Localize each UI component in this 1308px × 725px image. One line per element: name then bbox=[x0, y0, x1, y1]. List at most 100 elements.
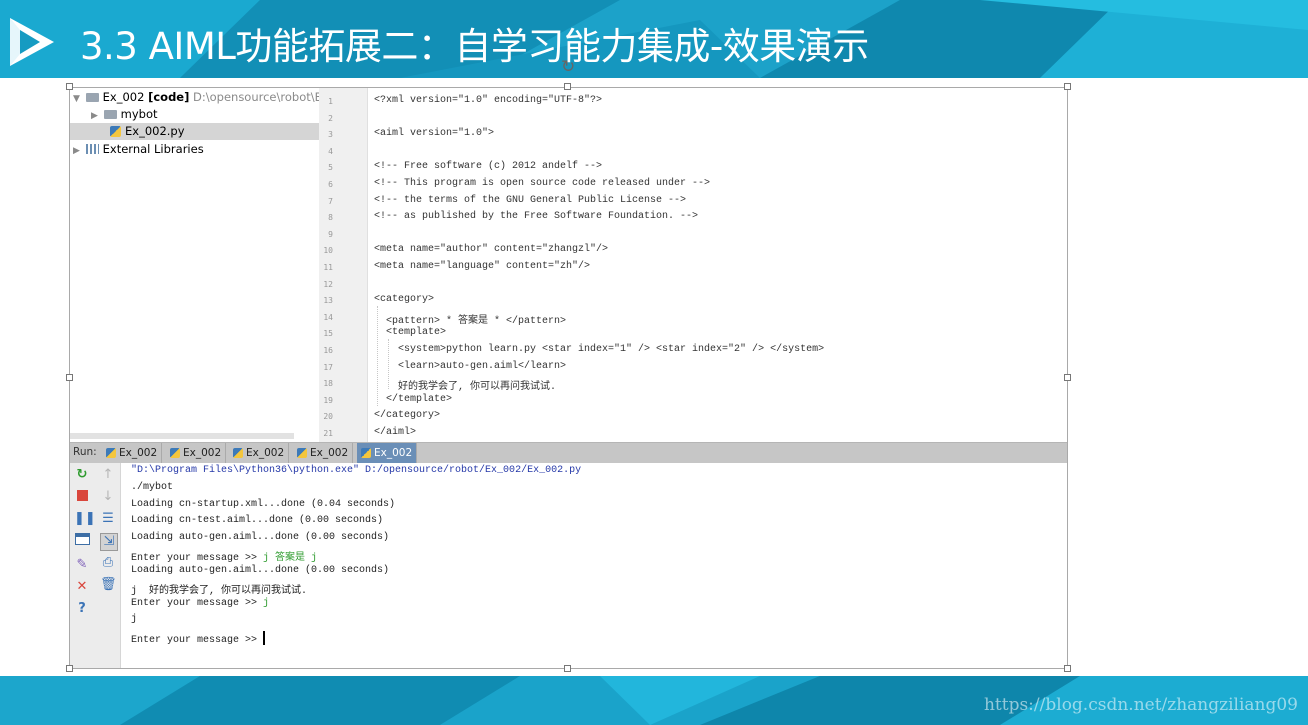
run-tab-label: Ex_002 bbox=[183, 447, 222, 459]
code-line: <aiml version="1.0"> bbox=[374, 128, 495, 139]
line-number: 2 bbox=[328, 114, 333, 123]
slide-header-band: 3.3 AIML功能拓展二：自学习能力集成-效果演示 bbox=[0, 0, 1308, 78]
code-line: <learn>auto-gen.aiml</learn> bbox=[374, 361, 567, 372]
resize-handle[interactable] bbox=[66, 83, 73, 90]
trash-icon[interactable]: 🗑 bbox=[100, 577, 117, 593]
console-line: Loading auto-gen.aiml...done (0.00 secon… bbox=[131, 532, 390, 543]
tree-item-label: Ex_002.py bbox=[125, 124, 185, 138]
slide-title: 3.3 AIML功能拓展二：自学习能力集成-效果演示 bbox=[80, 25, 869, 68]
tree-item-label: Ex_002 bbox=[102, 90, 145, 104]
console-command-line: "D:\Program Files\Python36\python.exe" D… bbox=[131, 465, 582, 476]
line-number: 7 bbox=[328, 197, 333, 206]
restore-layout-icon[interactable] bbox=[74, 533, 90, 549]
run-tab[interactable]: Ex_002 bbox=[229, 443, 290, 463]
python-run-icon bbox=[170, 448, 180, 458]
folder-icon bbox=[85, 93, 99, 102]
console-line: Loading cn-test.aiml...done (0.00 second… bbox=[131, 515, 384, 526]
console-user-input: j bbox=[263, 598, 270, 609]
code-line: 好的我学会了, 你可以再问我试试. bbox=[374, 382, 557, 393]
horizontal-scrollbar[interactable] bbox=[70, 433, 294, 439]
line-number-gutter: 1 2 3 4 5 6 7 8 9 10 11 12 13 14 15 16 17 18 19 20 21 bbox=[319, 88, 368, 442]
run-tab[interactable]: Ex_002 bbox=[166, 443, 227, 463]
scroll-up-icon[interactable]: ↑ bbox=[100, 467, 116, 483]
resize-handle[interactable] bbox=[564, 83, 571, 90]
console-line: j bbox=[131, 614, 138, 625]
tree-item-tag: [code] bbox=[148, 90, 190, 104]
code-line: </template> bbox=[374, 394, 453, 405]
resize-handle[interactable] bbox=[1064, 374, 1071, 381]
run-tab-bar: Run: Ex_002 Ex_002 Ex_002 Ex_002 Ex_002 bbox=[70, 442, 1067, 464]
line-number: 20 bbox=[323, 412, 333, 421]
line-number: 18 bbox=[323, 379, 333, 388]
resize-handle[interactable] bbox=[564, 665, 571, 672]
close-icon[interactable]: ✕ bbox=[74, 579, 90, 595]
run-toolbar-secondary: ↑ ↓ ☰ ⇲ ⎙ 🗑 bbox=[96, 463, 121, 668]
console-prompt: Enter your message >> bbox=[131, 553, 264, 564]
rerun-icon[interactable]: ↻ bbox=[74, 467, 90, 483]
pin-icon[interactable]: ✎ bbox=[74, 557, 90, 573]
console-input-line[interactable]: Enter your message >> bbox=[131, 631, 266, 646]
pause-icon[interactable]: ❚❚ bbox=[74, 511, 96, 527]
code-line: </category> bbox=[374, 410, 441, 421]
line-number: 4 bbox=[328, 147, 333, 156]
soft-wrap-icon[interactable]: ☰ bbox=[100, 511, 116, 527]
code-line: <category> bbox=[374, 294, 435, 305]
run-tab[interactable]: Ex_002 bbox=[102, 443, 163, 463]
python-run-icon bbox=[361, 448, 371, 458]
expand-arrow-icon[interactable]: ▼ bbox=[73, 91, 82, 108]
line-number: 8 bbox=[328, 213, 333, 222]
tree-item-label: mybot bbox=[120, 107, 158, 121]
resize-handle[interactable] bbox=[66, 374, 73, 381]
expand-arrow-icon[interactable]: ▶ bbox=[73, 143, 82, 160]
code-line: <meta name="author" content="zhangzl"/> bbox=[374, 244, 609, 255]
slide-footer-band: https://blog.csdn.net/zhangziliang09 bbox=[0, 676, 1308, 725]
line-number: 14 bbox=[323, 313, 333, 322]
tree-item-path: D:\opensource\robot\Ex_ bbox=[193, 90, 335, 104]
line-number: 19 bbox=[323, 396, 333, 405]
console-prompt-line: Enter your message >> j bbox=[131, 598, 269, 609]
scroll-down-icon[interactable]: ↓ bbox=[100, 489, 116, 505]
code-line: <pattern> * 答案是 * </pattern> bbox=[374, 316, 567, 327]
line-number: 10 bbox=[323, 246, 333, 255]
code-editor[interactable]: 1 2 3 4 5 6 7 8 9 10 11 12 13 14 15 16 17 18 19 20 21 <?xml … bbox=[319, 88, 1067, 442]
tree-item-label: External Libraries bbox=[102, 142, 204, 156]
tree-item-ex002-py[interactable]: Ex_002.py bbox=[70, 123, 319, 140]
run-tab-label: Ex_002 bbox=[310, 447, 349, 459]
tree-item-mybot[interactable]: ▶ mybot bbox=[91, 106, 158, 123]
stop-icon[interactable] bbox=[74, 489, 90, 505]
scroll-to-end-icon[interactable]: ⇲ bbox=[100, 533, 118, 551]
run-tab[interactable]: Ex_002 bbox=[293, 443, 354, 463]
run-tab-label: Ex_002 bbox=[246, 447, 285, 459]
code-line: </aiml> bbox=[374, 427, 417, 438]
print-icon[interactable]: ⎙ bbox=[100, 555, 116, 571]
run-tab[interactable]: Ex_002 bbox=[357, 443, 418, 463]
code-line: <meta name="language" content="zh"/> bbox=[374, 261, 591, 272]
console-line: Loading cn-startup.xml...done (0.04 seco… bbox=[131, 499, 396, 510]
line-number: 6 bbox=[328, 180, 333, 189]
resize-handle[interactable] bbox=[1064, 665, 1071, 672]
line-number: 17 bbox=[323, 363, 333, 372]
line-number: 16 bbox=[323, 346, 333, 355]
tree-item-external-libraries[interactable]: ▶ External Libraries bbox=[73, 141, 204, 158]
help-icon[interactable]: ? bbox=[74, 601, 90, 617]
code-line: <!-- Free software (c) 2012 andelf --> bbox=[374, 161, 603, 172]
run-tab-label: Ex_002 bbox=[119, 447, 158, 459]
run-console[interactable]: "D:\Program Files\Python36\python.exe" D… bbox=[121, 463, 1067, 668]
watermark-url: https://blog.csdn.net/zhangziliang09 bbox=[983, 695, 1298, 715]
run-label: Run: bbox=[73, 446, 97, 458]
line-number: 1 bbox=[328, 97, 333, 106]
code-line: <template> bbox=[374, 327, 447, 338]
resize-handle[interactable] bbox=[1064, 83, 1071, 90]
code-line: <!-- as published by the Free Software F… bbox=[374, 211, 699, 222]
library-icon bbox=[85, 144, 99, 154]
folder-icon bbox=[103, 110, 117, 119]
rotate-handle-icon[interactable]: ↻ bbox=[561, 57, 575, 77]
line-number: 13 bbox=[323, 296, 333, 305]
console-prompt: Enter your message >> bbox=[131, 635, 264, 646]
code-line: <?xml version="1.0" encoding="UTF-8"?> bbox=[374, 95, 603, 106]
python-run-icon bbox=[106, 448, 116, 458]
tree-item-project-root[interactable]: ▼ Ex_002 [code] D:\opensource\robot\Ex_ bbox=[73, 89, 334, 106]
resize-handle[interactable] bbox=[66, 665, 73, 672]
run-tab-label: Ex_002 bbox=[374, 447, 413, 459]
line-number: 11 bbox=[323, 263, 333, 272]
